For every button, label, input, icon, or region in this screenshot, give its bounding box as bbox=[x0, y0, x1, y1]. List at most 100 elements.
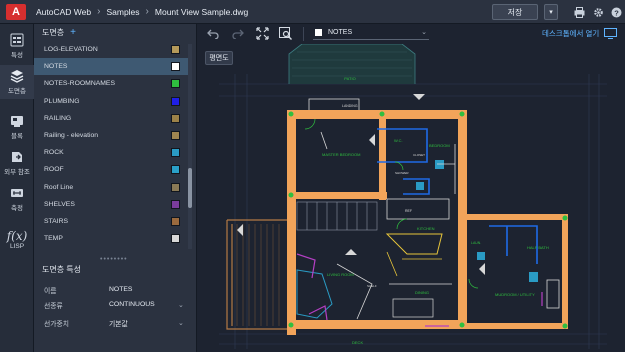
plan-label-deck: DECK bbox=[352, 340, 363, 345]
layer-row[interactable]: SHELVES bbox=[34, 196, 189, 213]
layer-color-swatch[interactable] bbox=[171, 45, 180, 55]
layer-property-row[interactable]: 선가중치 기본값 ⌄ bbox=[34, 314, 197, 331]
rail-lisp[interactable]: f(x) LISP bbox=[0, 222, 34, 256]
title-bar: A AutoCAD Web › Samples › Mount View Sam… bbox=[0, 0, 625, 24]
breadcrumb-folder[interactable]: Samples bbox=[106, 7, 139, 17]
plan-label-patio: PATIO bbox=[344, 76, 355, 81]
layer-color-swatch[interactable] bbox=[171, 199, 180, 209]
dining-table bbox=[392, 298, 434, 318]
plan-label-landing: LANDING bbox=[342, 104, 358, 108]
layer-name: PLUMBING bbox=[44, 97, 80, 105]
stairs bbox=[296, 201, 378, 231]
layers-icon bbox=[10, 70, 24, 83]
deck-boards bbox=[236, 224, 280, 326]
zoom-window-icon[interactable] bbox=[278, 26, 292, 40]
layer-row[interactable]: Roof Line bbox=[34, 179, 189, 196]
layer-name: LOG-ELEVATION bbox=[44, 46, 98, 54]
plan-label-wc: W.C. bbox=[394, 138, 403, 143]
property-value[interactable]: 기본값 bbox=[109, 318, 128, 328]
layer-color-swatch[interactable] bbox=[171, 216, 180, 226]
breadcrumb: AutoCAD Web › Samples › Mount View Sampl… bbox=[36, 6, 248, 17]
kitchen-counter bbox=[386, 251, 442, 277]
properties-icon bbox=[10, 33, 24, 47]
rail-xrefs-label: 외부 참조 bbox=[4, 169, 30, 176]
zoom-extents-icon[interactable] bbox=[255, 26, 269, 40]
layer-color-swatch[interactable] bbox=[171, 148, 180, 158]
rail-properties[interactable]: 특성 bbox=[0, 29, 34, 63]
current-layer-select[interactable]: NOTES ⌄ bbox=[313, 25, 429, 40]
layer-row[interactable]: LOG-ELEVATION bbox=[34, 41, 189, 58]
plan-label-kitchen: KITCHEN bbox=[417, 226, 435, 231]
rail-layers[interactable]: 도면층 bbox=[0, 65, 34, 99]
xref-icon bbox=[12, 152, 22, 162]
plan-label-shower: SHOWER bbox=[395, 171, 409, 175]
plumbing-outlines bbox=[377, 128, 538, 264]
layer-row[interactable]: TEMP bbox=[34, 230, 189, 247]
save-dropdown-button[interactable]: ▾ bbox=[544, 4, 558, 20]
layers-panel-title: 도면층 bbox=[42, 28, 65, 37]
chevron-down-icon[interactable]: ⌄ bbox=[178, 301, 184, 309]
plan-label-living-room: LIVING ROOM bbox=[327, 272, 354, 277]
rail-blocks[interactable]: 블록 bbox=[0, 110, 34, 144]
layer-list-scrollbar[interactable] bbox=[188, 44, 192, 249]
breadcrumb-app[interactable]: AutoCAD Web bbox=[36, 7, 91, 17]
toolbar-divider bbox=[303, 27, 304, 41]
layer-color-swatch[interactable] bbox=[171, 96, 180, 106]
open-in-desktop-link[interactable]: 데스크톱에서 열기 bbox=[542, 28, 599, 39]
property-value[interactable]: CONTINUOUS bbox=[109, 301, 155, 308]
svg-text:?: ? bbox=[614, 8, 619, 17]
layer-list: LOG-ELEVATION NOTES NOTES-ROOMNAMES PLUMBIN… bbox=[34, 41, 189, 247]
monitor-icon[interactable] bbox=[603, 26, 617, 40]
scrollbar-thumb[interactable] bbox=[188, 168, 192, 208]
property-key: 선가중치 bbox=[44, 320, 70, 328]
layer-color-swatch[interactable] bbox=[171, 234, 180, 244]
rail-xrefs[interactable]: 외부 참조 bbox=[0, 146, 34, 180]
gear-icon[interactable] bbox=[591, 5, 605, 19]
layer-row[interactable]: STAIRS bbox=[34, 213, 189, 230]
add-layer-icon[interactable]: + bbox=[70, 27, 76, 38]
layer-color-swatch[interactable] bbox=[171, 113, 180, 123]
shelves-outline bbox=[296, 253, 316, 279]
deck-railing bbox=[226, 219, 287, 330]
layer-row[interactable]: ROOF bbox=[34, 161, 189, 178]
plan-label-laundry: LAUN. bbox=[471, 241, 481, 245]
drawing-canvas[interactable]: PATIO LANDING MASTER BEDROOM W.C. CLOSET… bbox=[197, 43, 625, 352]
blocks-icon bbox=[11, 116, 23, 127]
layer-color-swatch[interactable] bbox=[171, 79, 180, 89]
layer-color-swatch[interactable] bbox=[171, 62, 180, 72]
layer-color-swatch[interactable] bbox=[171, 182, 180, 192]
redo-icon[interactable] bbox=[231, 27, 245, 41]
layer-color-swatch[interactable] bbox=[171, 131, 180, 141]
layer-name: RAILING bbox=[44, 114, 72, 122]
autocad-logo-icon[interactable]: A bbox=[6, 3, 26, 20]
chevron-right-icon: › bbox=[145, 6, 149, 17]
layer-row[interactable]: Railing - elevation bbox=[34, 127, 189, 144]
layer-row[interactable]: ROCK bbox=[34, 144, 189, 161]
tab-floor-plan[interactable]: 평면도 bbox=[205, 51, 233, 65]
rail-measure-label: 측정 bbox=[11, 205, 23, 212]
undo-icon[interactable] bbox=[206, 27, 220, 41]
layer-name: ROOF bbox=[44, 166, 64, 174]
plan-label-ref: REF bbox=[405, 209, 412, 213]
layer-row[interactable]: NOTES-ROOMNAMES bbox=[34, 75, 189, 92]
layer-row[interactable]: NOTES bbox=[34, 58, 189, 76]
section-markers bbox=[237, 134, 485, 275]
rail-measure[interactable]: 측정 bbox=[0, 182, 34, 216]
layer-row[interactable]: RAILING bbox=[34, 110, 189, 127]
help-icon[interactable]: ? bbox=[609, 5, 623, 19]
layer-row[interactable]: PLUMBING bbox=[34, 93, 189, 110]
rail-layers-label: 도면층 bbox=[8, 88, 26, 95]
layer-name: Roof Line bbox=[44, 183, 74, 191]
layer-name: ROCK bbox=[44, 149, 64, 157]
save-button[interactable]: 저장 bbox=[492, 4, 538, 20]
property-value: NOTES bbox=[109, 286, 133, 293]
rail-blocks-label: 블록 bbox=[11, 133, 23, 140]
plan-label-closet: CLOSET bbox=[413, 153, 425, 157]
layer-name: STAIRS bbox=[44, 217, 69, 225]
layer-color-swatch[interactable] bbox=[171, 165, 180, 175]
layer-property-row[interactable]: 선종류 CONTINUOUS ⌄ bbox=[34, 296, 197, 313]
print-icon[interactable] bbox=[572, 5, 586, 19]
autocad-web-app: A AutoCAD Web › Samples › Mount View Sam… bbox=[0, 0, 625, 352]
chevron-down-icon[interactable]: ⌄ bbox=[178, 319, 184, 327]
layers-panel-header: 도면층 + bbox=[34, 24, 196, 41]
